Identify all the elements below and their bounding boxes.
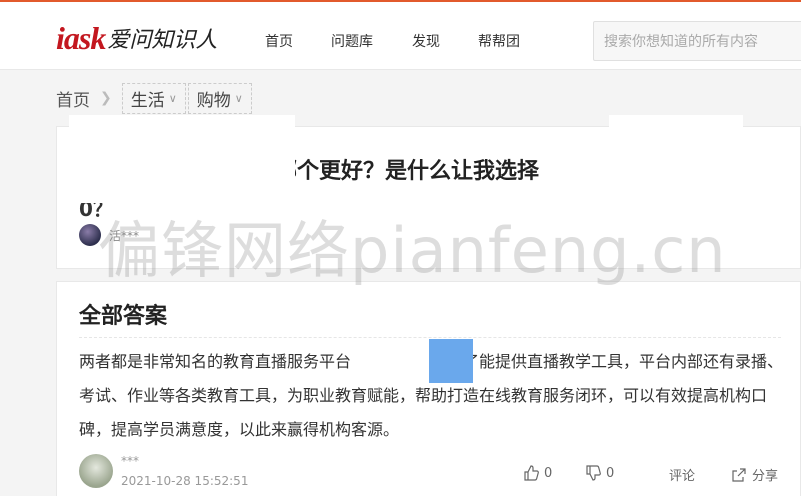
divider: [79, 337, 781, 338]
redaction-block: [429, 339, 473, 383]
share-label: 分享: [752, 469, 779, 484]
chevron-down-icon: ∨: [168, 91, 177, 105]
like-button[interactable]: 0: [523, 465, 552, 481]
nav-home[interactable]: 首页: [265, 31, 293, 51]
thumbs-down-icon: [586, 465, 601, 481]
nav-help-group[interactable]: 帮帮团: [478, 31, 520, 51]
search-box: [593, 21, 801, 62]
breadcrumb-home[interactable]: 首页: [56, 86, 90, 111]
question-card: 哪个更好？是什么让我选择 0？ 活***: [56, 115, 801, 269]
breadcrumb-category-life[interactable]: 生活 ∨: [121, 82, 186, 114]
like-count: 0: [544, 465, 553, 481]
dislike-button[interactable]: 0: [585, 465, 614, 481]
answer-timestamp: 2021-10-28 15:52:51: [121, 474, 249, 488]
chevron-down-icon: ∨: [234, 91, 243, 105]
thumbs-up-icon: [524, 465, 539, 481]
logo-wordmark: iask: [56, 19, 106, 56]
answers-card: 全部答案 两者都是非常知名的教育直播服务平台 除了能提供直播教学工具，平台内部还…: [56, 281, 801, 496]
dislike-count: 0: [606, 465, 615, 481]
breadcrumb-category-label: 生活: [130, 90, 165, 111]
author-name[interactable]: ***: [121, 454, 139, 468]
breadcrumb: 首页 ❯ 生活 ∨ 购物 ∨: [56, 82, 254, 114]
top-header: iask 爱问知识人 首页 问题库 发现 帮帮团: [0, 0, 801, 70]
search-input[interactable]: [594, 22, 796, 62]
chevron-right-icon: ❯: [100, 90, 112, 106]
share-icon: [732, 467, 746, 482]
question-title: 哪个更好？是什么让我选择: [275, 159, 540, 184]
site-logo[interactable]: iask 爱问知识人: [56, 18, 217, 58]
breadcrumb-category-shopping[interactable]: 购物 ∨: [187, 82, 252, 114]
share-button[interactable]: 分享: [731, 465, 778, 484]
nav-discover[interactable]: 发现: [412, 31, 440, 51]
asker-info: 活***: [79, 224, 139, 246]
nav-question-bank[interactable]: 问题库: [331, 31, 373, 51]
answers-heading: 全部答案: [79, 304, 168, 329]
redaction-mask: [609, 115, 743, 203]
comment-button[interactable]: 评论: [669, 465, 695, 484]
asker-name[interactable]: 活***: [109, 227, 139, 244]
comment-label: 评论: [669, 469, 696, 484]
avatar[interactable]: [79, 454, 113, 488]
logo-chinese-name: 爱问知识人: [107, 28, 218, 53]
breadcrumb-category-label: 购物: [196, 90, 231, 111]
avatar[interactable]: [79, 224, 101, 246]
redaction-mask: [69, 115, 295, 203]
